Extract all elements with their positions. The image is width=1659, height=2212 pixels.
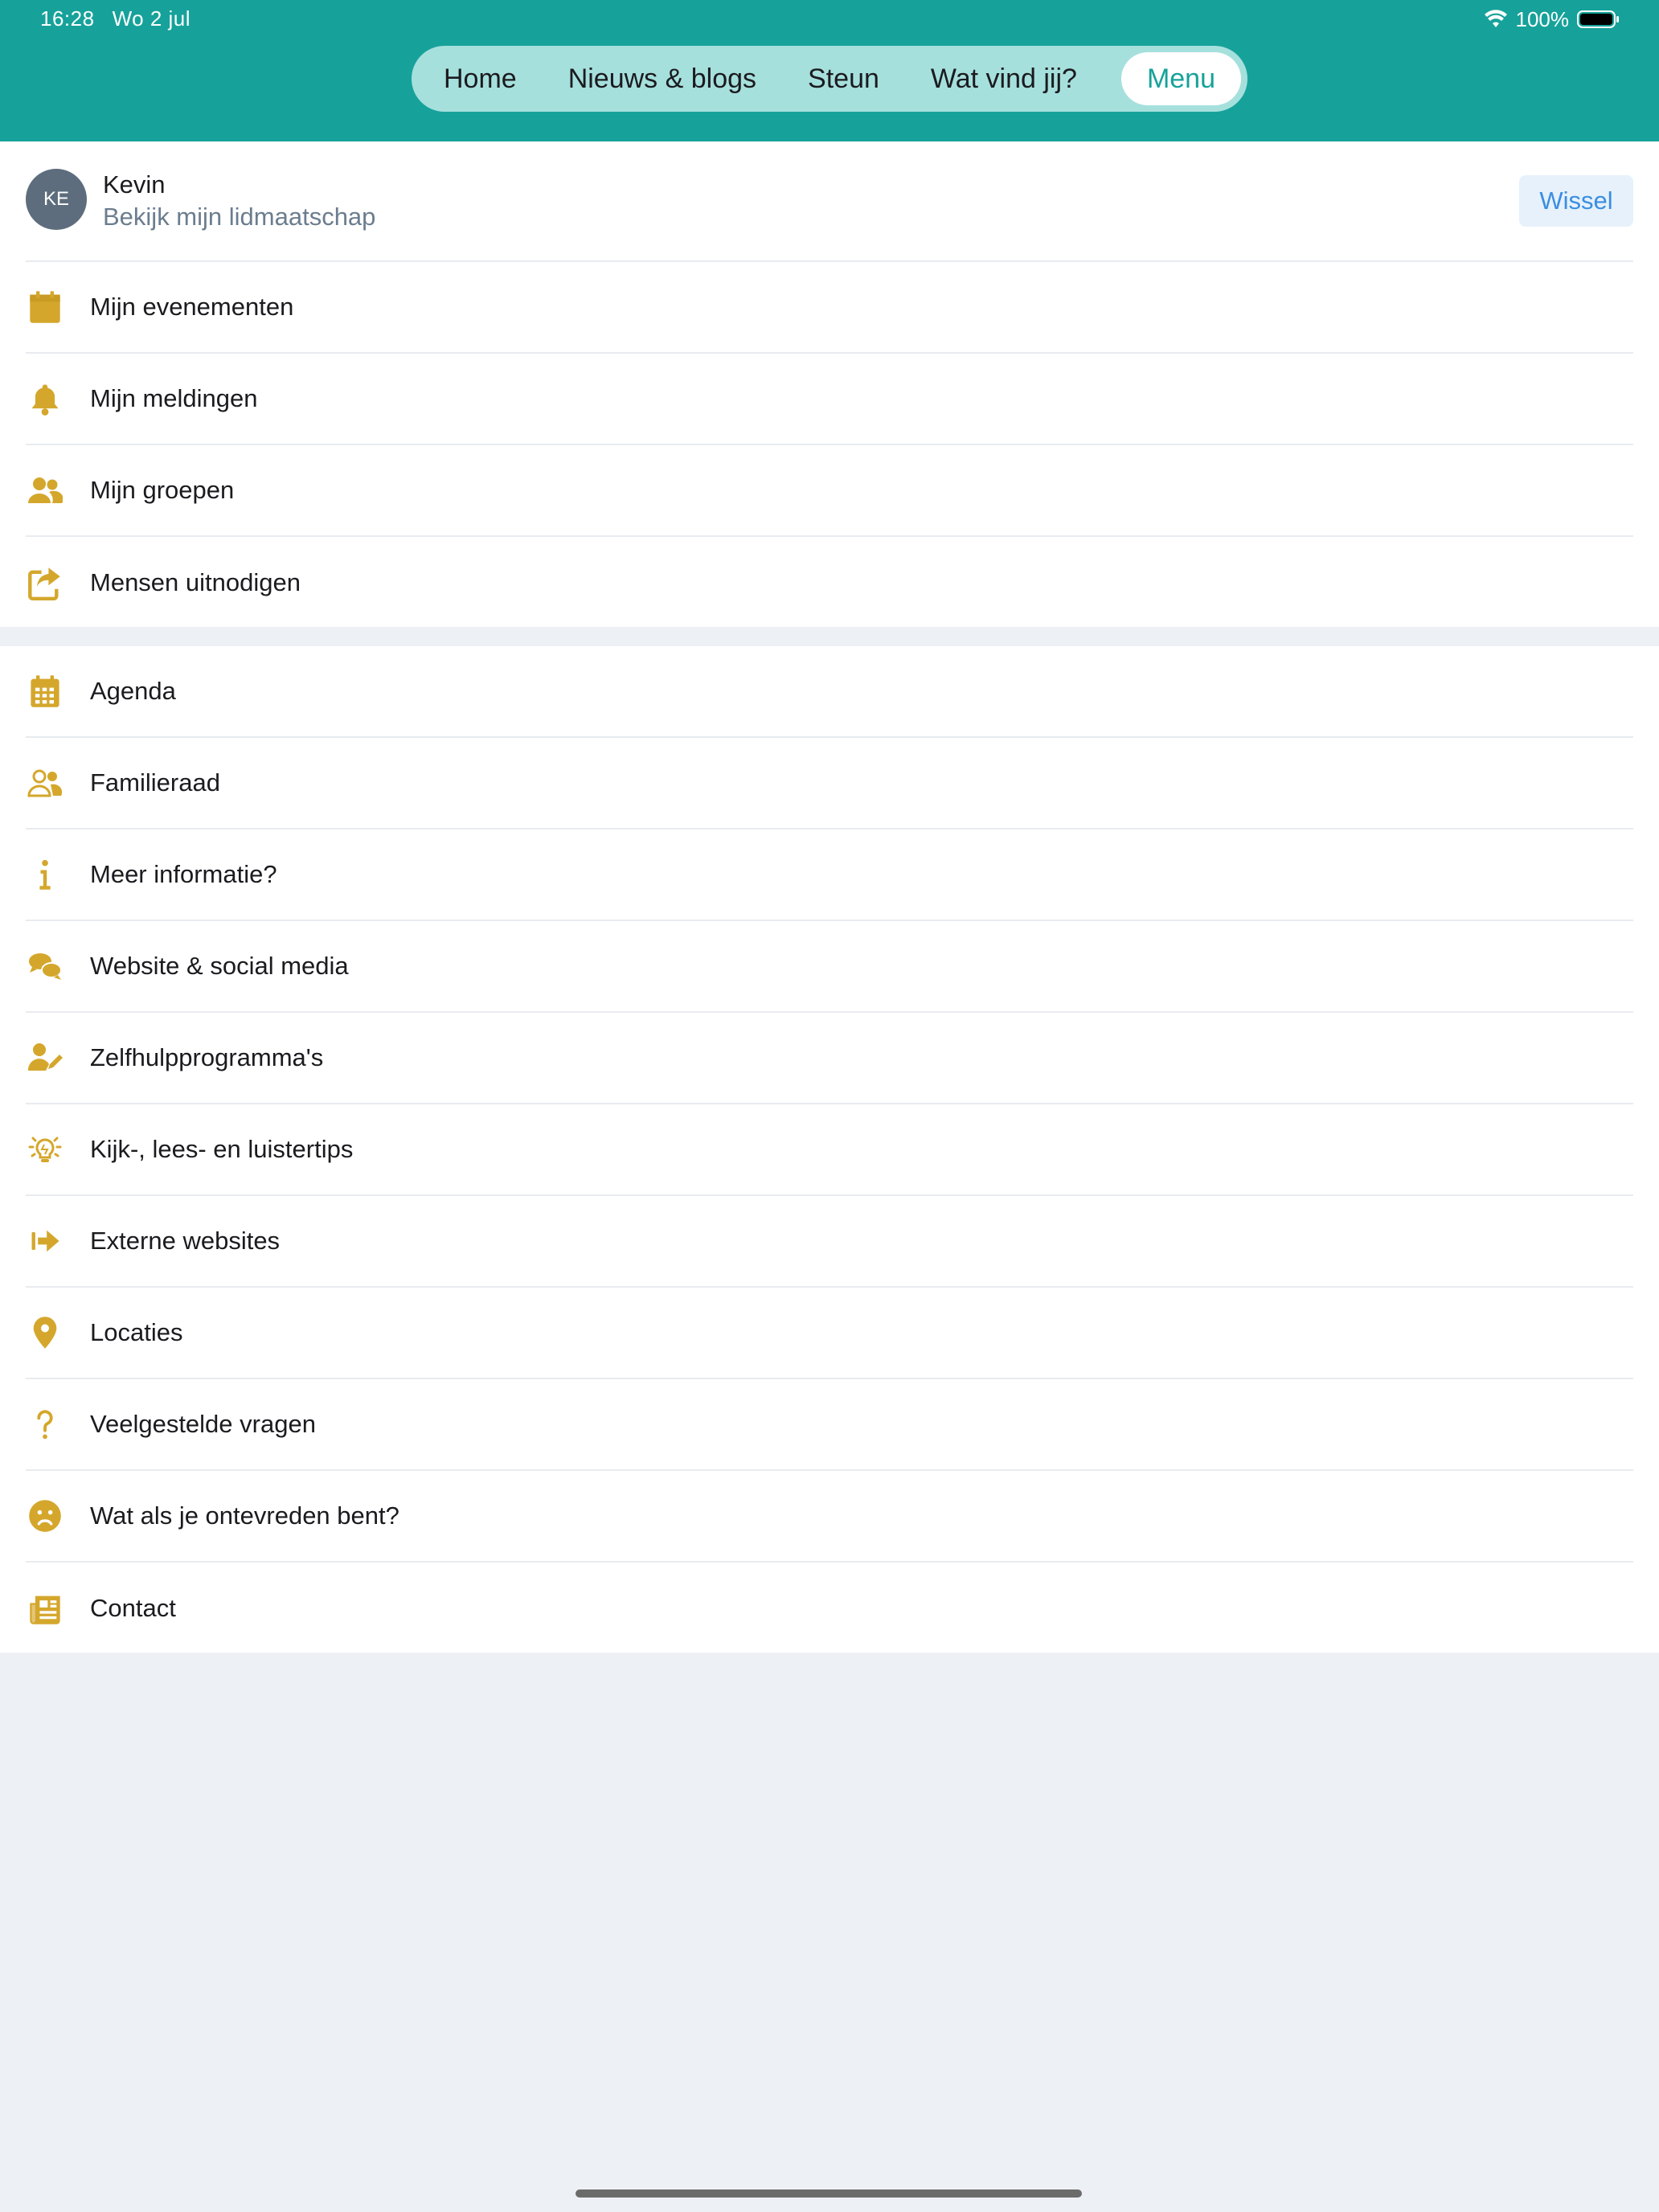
- menu-item-locations[interactable]: Locaties: [26, 1288, 1633, 1379]
- menu-item-my-notifications[interactable]: Mijn meldingen: [26, 354, 1633, 445]
- question-icon: [26, 1405, 64, 1444]
- switch-button[interactable]: Wissel: [1519, 175, 1633, 227]
- home-indicator[interactable]: [576, 2189, 1082, 2198]
- menu-item-label: Meer informatie?: [90, 860, 277, 888]
- menu-item-label: Mijn evenementen: [90, 293, 294, 321]
- menu-item-label: Locaties: [90, 1318, 183, 1346]
- tab-menu[interactable]: Menu: [1120, 52, 1241, 105]
- user-pen-icon: [26, 1038, 64, 1077]
- menu-item-tips[interactable]: Kijk-, lees- en luistertips: [26, 1104, 1633, 1196]
- tab-support[interactable]: Steun: [782, 52, 905, 105]
- calendar-icon: [26, 288, 64, 326]
- info-icon: [26, 855, 64, 894]
- menu-item-invite-people[interactable]: Mensen uitnodigen: [26, 537, 1633, 629]
- sad-face-icon: [26, 1497, 64, 1535]
- menu-item-website-social[interactable]: Website & social media: [26, 921, 1633, 1013]
- profile-name: Kevin: [103, 170, 166, 199]
- battery-icon: [1577, 10, 1619, 28]
- external-arrow-icon: [26, 1222, 64, 1260]
- lightbulb-icon: [26, 1130, 64, 1169]
- main-menu-card: Agenda Familieraad Meer informatie? Webs…: [0, 646, 1659, 1653]
- top-nav: Home Nieuws & blogs Steun Wat vind jij? …: [412, 46, 1247, 112]
- menu-item-family-council[interactable]: Familieraad: [26, 738, 1633, 830]
- menu-item-label: Website & social media: [90, 952, 349, 980]
- menu-item-label: Zelfhulpprogramma's: [90, 1043, 324, 1071]
- menu-item-complaints[interactable]: Wat als je ontevreden bent?: [26, 1471, 1633, 1563]
- clock: 16:28: [40, 6, 95, 31]
- newspaper-icon: [26, 1589, 64, 1628]
- menu-item-my-events[interactable]: Mijn evenementen: [26, 262, 1633, 354]
- battery-percent: 100%: [1515, 6, 1570, 31]
- menu-item-more-info[interactable]: Meer informatie?: [26, 830, 1633, 921]
- user-group-icon: [26, 764, 64, 802]
- profile-row[interactable]: KE Kevin Bekijk mijn lidmaatschap Wissel: [26, 141, 1633, 262]
- tab-news-blogs[interactable]: Nieuws & blogs: [543, 52, 782, 105]
- avatar: KE: [26, 169, 87, 230]
- tab-home[interactable]: Home: [418, 52, 543, 105]
- menu-item-faq[interactable]: Veelgestelde vragen: [26, 1379, 1633, 1471]
- menu-item-label: Agenda: [90, 677, 176, 705]
- menu-item-agenda[interactable]: Agenda: [26, 646, 1633, 738]
- menu-item-label: Wat als je ontevreden bent?: [90, 1501, 399, 1530]
- menu-item-label: Contact: [90, 1594, 176, 1622]
- comments-icon: [26, 947, 64, 985]
- menu-item-label: Mensen uitnodigen: [90, 568, 301, 596]
- status-bar-right: 100%: [1484, 5, 1621, 34]
- menu-item-label: Kijk-, lees- en luistertips: [90, 1135, 354, 1163]
- menu-item-external-websites[interactable]: Externe websites: [26, 1196, 1633, 1288]
- app-header: 16:28 Wo 2 jul 100% Home Nieuws & blogs S…: [0, 0, 1659, 141]
- menu-item-label: Externe websites: [90, 1227, 281, 1255]
- menu-item-self-help[interactable]: Zelfhulpprogramma's: [26, 1013, 1633, 1104]
- share-icon: [26, 563, 64, 602]
- users-icon: [26, 471, 64, 510]
- menu-item-my-groups[interactable]: Mijn groepen: [26, 445, 1633, 537]
- date: Wo 2 jul: [112, 6, 191, 31]
- bell-icon: [26, 379, 64, 418]
- membership-link[interactable]: Bekijk mijn lidmaatschap: [103, 203, 375, 231]
- wifi-icon: [1484, 10, 1507, 27]
- status-bar-time: 16:28 Wo 2 jul: [40, 6, 208, 31]
- menu-item-label: Mijn groepen: [90, 476, 235, 504]
- location-pin-icon: [26, 1313, 64, 1352]
- menu-item-label: Mijn meldingen: [90, 384, 258, 412]
- menu-item-contact[interactable]: Contact: [26, 1563, 1633, 1654]
- personal-menu-card: KE Kevin Bekijk mijn lidmaatschap Wissel…: [0, 141, 1659, 627]
- menu-item-label: Familieraad: [90, 768, 220, 797]
- tab-feedback[interactable]: Wat vind jij?: [905, 52, 1103, 105]
- menu-item-label: Veelgestelde vragen: [90, 1410, 316, 1438]
- calendar-grid-icon: [26, 672, 64, 711]
